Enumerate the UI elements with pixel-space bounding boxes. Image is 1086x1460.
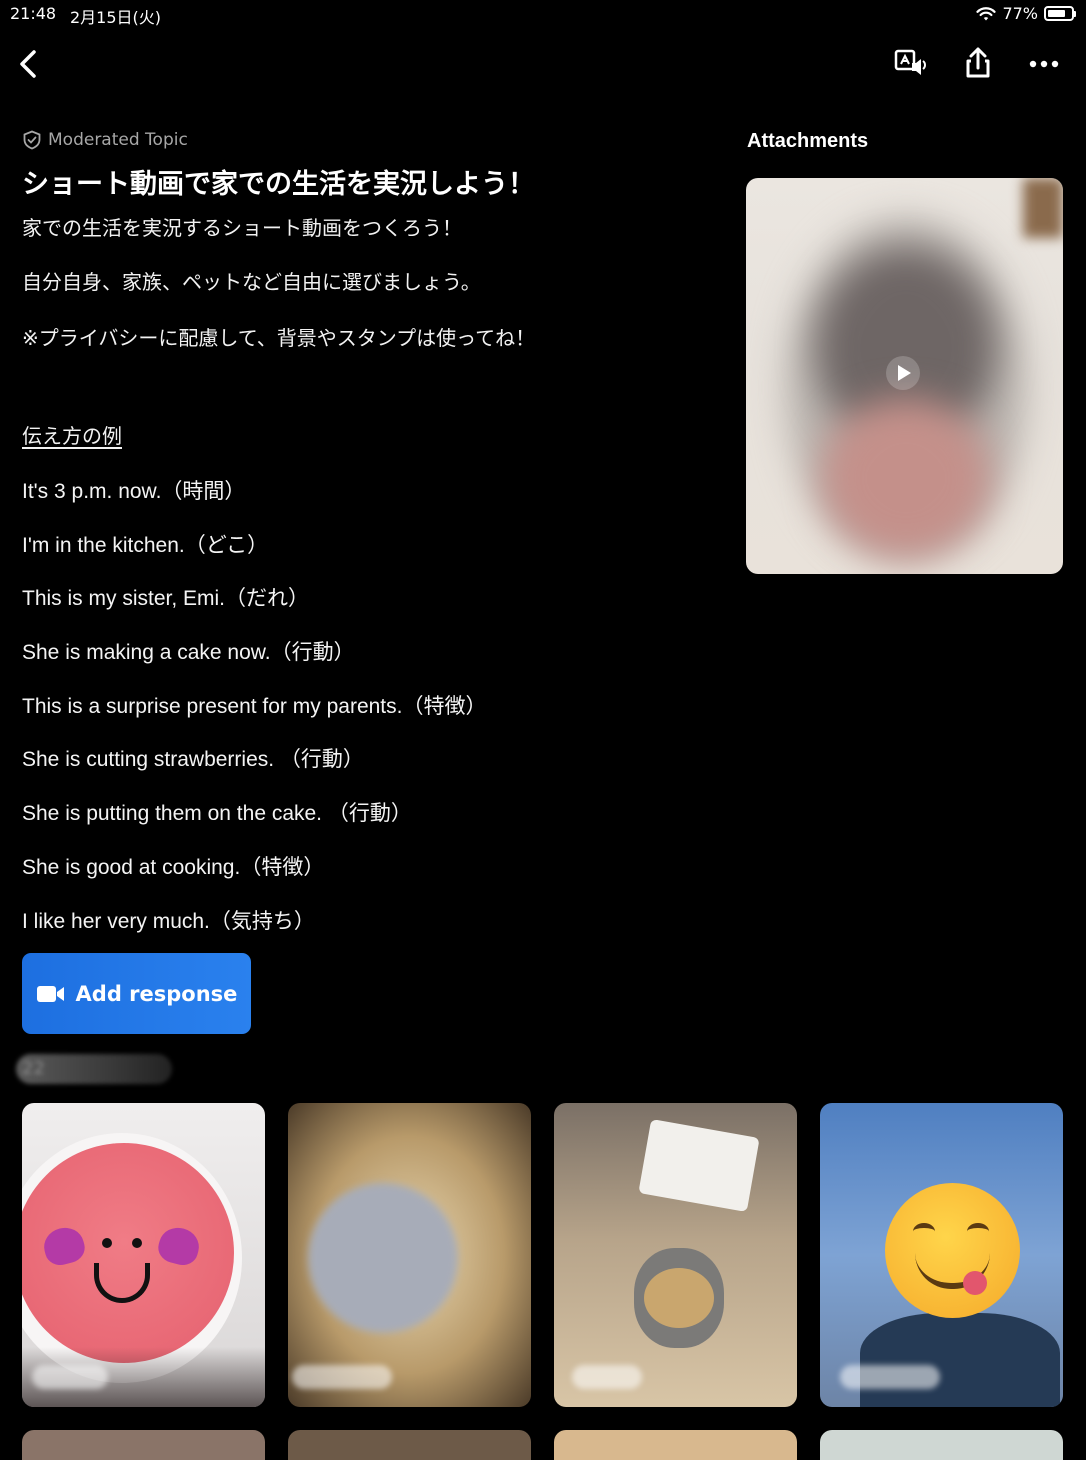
topic-description-line: 自分自身、家族、ペットなど自由に選びましょう。 — [22, 270, 481, 294]
translate-button[interactable] — [892, 46, 928, 80]
play-button[interactable] — [886, 356, 920, 390]
smiley-face-image — [22, 1143, 234, 1363]
attachments-title: Attachments — [747, 130, 869, 152]
share-button[interactable] — [962, 46, 994, 80]
response-thumbnail[interactable] — [554, 1430, 797, 1460]
response-thumbnail[interactable] — [820, 1430, 1063, 1460]
play-icon — [898, 365, 911, 381]
example-line: This is my sister, Emi.（だれ） — [22, 587, 310, 610]
status-indicators: 77% — [976, 4, 1076, 23]
example-line: This is a surprise present for my parent… — [22, 695, 487, 718]
example-line: She is putting them on the cake. （行動） — [22, 802, 412, 825]
responder-name — [32, 1365, 108, 1389]
example-line: She is making a cake now.（行動） — [22, 641, 355, 664]
emoji-sticker-image — [885, 1183, 1020, 1318]
responder-name — [840, 1365, 940, 1389]
moderated-topic-text: Moderated Topic — [48, 130, 188, 150]
hamster-house-image — [638, 1119, 760, 1212]
translate-audio-icon — [894, 49, 926, 75]
topic-description-line: ※プライバシーに配慮して、背景やスタンプは使ってね！ — [22, 326, 536, 350]
status-date: 2月15日(火) — [70, 8, 162, 27]
battery-percent: 77% — [1002, 4, 1038, 23]
example-line: I like her very much.（気持ち） — [22, 910, 315, 933]
status-time: 21:48 — [10, 4, 57, 23]
chevron-left-icon — [20, 50, 36, 78]
topic-title: ショート動画で家での生活を実況しよう！ — [22, 169, 535, 200]
responder-name — [572, 1365, 642, 1389]
food-bowl-image — [634, 1248, 724, 1348]
shield-check-icon — [23, 130, 41, 150]
response-thumbnail[interactable] — [288, 1430, 531, 1460]
share-icon — [966, 47, 990, 78]
add-response-button[interactable]: Add response — [22, 953, 251, 1034]
person-silhouette — [860, 1313, 1060, 1407]
response-thumbnail[interactable] — [820, 1103, 1063, 1407]
response-thumbnail[interactable] — [22, 1430, 265, 1460]
battery-fill — [1048, 10, 1065, 17]
response-thumbnail[interactable] — [22, 1103, 265, 1407]
response-count: 22 — [16, 1054, 172, 1084]
topic-description-line: 家での生活を実況するショート動画をつくろう！ — [22, 216, 462, 240]
example-line: I'm in the kitchen.（どこ） — [22, 534, 269, 557]
battery-icon — [1044, 6, 1076, 21]
example-line: It's 3 p.m. now.（時間） — [22, 480, 246, 503]
responder-name — [292, 1365, 392, 1389]
more-button[interactable] — [1026, 50, 1062, 78]
more-dots-icon — [1029, 60, 1059, 68]
example-line: She is good at cooking.（特徴） — [22, 856, 325, 879]
back-button[interactable] — [14, 46, 48, 82]
add-response-label: Add response — [75, 981, 238, 1006]
wifi-icon — [976, 6, 997, 20]
attachment-video-thumbnail[interactable] — [746, 178, 1063, 574]
moderated-topic-label: Moderated Topic — [22, 130, 188, 150]
example-line: She is cutting strawberries. （行動） — [22, 748, 364, 771]
response-thumbnail[interactable] — [554, 1103, 797, 1407]
video-camera-icon — [36, 985, 64, 1002]
hamster-image — [308, 1183, 458, 1333]
examples-header: 伝え方の例 — [22, 424, 122, 448]
response-thumbnail[interactable] — [288, 1103, 531, 1407]
